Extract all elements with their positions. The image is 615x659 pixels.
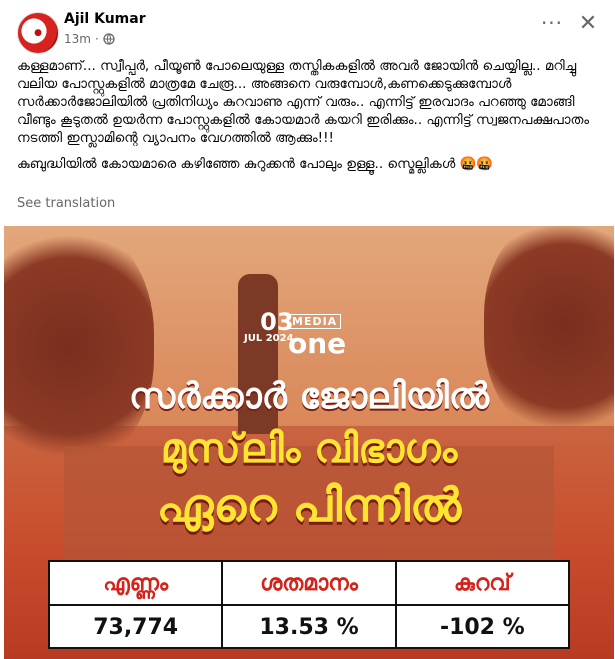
headline-line-2: മുസ്‌ലിം വിഭാഗം: [160, 426, 458, 472]
post-image[interactable]: 03 JUL 2024 MEDIA one സർക്കാർ ജോലിയിൽ മു…: [4, 226, 614, 659]
post-meta: 13m ·: [64, 32, 115, 46]
value-count: 73,774: [50, 606, 224, 648]
header-percentage: ശതമാനം: [223, 562, 397, 604]
date-month-year: JUL 2024: [244, 333, 294, 344]
mediaone-logo: MEDIA one: [288, 310, 346, 359]
header-deficit: കുറവ്: [454, 570, 511, 596]
news-date: 03 JUL 2024: [244, 308, 294, 344]
stats-header-row: എണ്ണം ശതമാനം കുറവ്: [50, 562, 568, 606]
author-avatar[interactable]: ●: [17, 12, 59, 54]
author-name[interactable]: Ajil Kumar: [64, 11, 146, 27]
value-percentage: 13.53 %: [223, 606, 397, 648]
meta-separator: ·: [94, 32, 99, 46]
avatar-logo-icon: ●: [34, 28, 42, 38]
post-text: കള്ളമാണ്... സ്വീപ്പർ, പീയൂൺ പോലെയുള്ള തസ…: [17, 57, 602, 181]
globe-icon[interactable]: [103, 33, 115, 45]
headline-line-3: ഏറെ പിന്നിൽ: [156, 478, 462, 532]
stats-value-row: 73,774 13.53 % -102 %: [50, 606, 568, 648]
logo-main-text: one: [288, 327, 347, 360]
header-count: എണ്ണം: [50, 562, 224, 604]
post-paragraph: കള്ളമാണ്... സ്വീപ്പർ, പീയൂൺ പോലെയുള്ള തസ…: [17, 58, 589, 146]
see-translation-link[interactable]: See translation: [17, 196, 115, 211]
facebook-post-card: ● Ajil Kumar 13m · ··· ✕ കള്ളമാണ്... സ്വ…: [0, 0, 615, 659]
post-time[interactable]: 13m: [64, 32, 91, 46]
close-icon[interactable]: ✕: [575, 12, 601, 38]
post-paragraph: കുബുദ്ധിയിൽ കോയമാരെ കഴിഞ്ഞേ കുറുക്കൻ പോല…: [17, 156, 494, 172]
value-deficit: -102 %: [439, 614, 525, 640]
date-day: 03: [260, 308, 294, 336]
more-options-icon[interactable]: ···: [540, 13, 564, 36]
headline-line-1: സർക്കാർ ജോലിയിൽ: [129, 376, 489, 417]
stats-table: എണ്ണം ശതമാനം കുറവ് 73,774 13.53 % -102 %: [48, 560, 570, 649]
